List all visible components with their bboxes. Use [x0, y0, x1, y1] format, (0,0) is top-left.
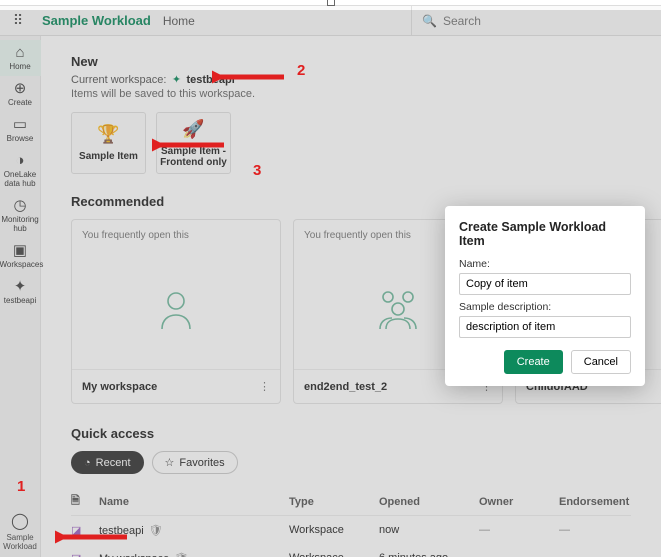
- breadcrumb[interactable]: Home: [157, 14, 201, 28]
- more-icon[interactable]: ⋮: [259, 380, 270, 393]
- rail-browse[interactable]: ▭ Browse: [0, 112, 41, 148]
- table-row[interactable]: ◪ testbeapi🛡 Workspace now — —: [71, 516, 631, 544]
- brand-title[interactable]: Sample Workload: [36, 13, 157, 28]
- annotation-number-2: 2: [297, 62, 305, 79]
- col-endorsement: Endorsement: [559, 496, 649, 508]
- monitoring-icon: ◷: [0, 198, 41, 213]
- search-box[interactable]: 🔍: [411, 6, 661, 35]
- home-icon: ⌂: [0, 45, 41, 60]
- star-icon: ☆: [165, 456, 175, 469]
- onelake-icon: ◑: [0, 153, 41, 168]
- rail-sample-workload[interactable]: ◯ Sample Workload: [0, 505, 41, 557]
- new-hint: Items will be saved to this workspace.: [71, 88, 631, 100]
- rail-onelake[interactable]: ◑ OneLake data hub: [0, 148, 41, 193]
- current-workspace-line: Current workspace: ✦ testbeapi: [71, 73, 631, 86]
- workspace-row-icon: ◪: [71, 552, 99, 557]
- search-icon: 🔍: [422, 14, 437, 28]
- rail-home[interactable]: ⌂ Home: [0, 40, 41, 76]
- modal-title: Create Sample Workload Item: [459, 220, 631, 248]
- rail-testbeapi[interactable]: ✦ testbeapi: [0, 274, 41, 310]
- create-icon: ⊕: [0, 81, 41, 96]
- workspace-badge-icon: ✦: [169, 73, 183, 86]
- people-icon: [372, 251, 424, 369]
- person-icon: [156, 251, 196, 369]
- cancel-button[interactable]: Cancel: [571, 350, 631, 374]
- workspace-icon: ✦: [0, 279, 41, 294]
- rec-card-my-workspace[interactable]: You frequently open this My workspace⋮: [71, 219, 281, 404]
- col-owner: Owner: [479, 496, 559, 508]
- shield-icon: 🛡: [149, 525, 163, 537]
- table-row[interactable]: ◪ My workspace🛡 Workspace 6 minutes ago …: [71, 544, 631, 557]
- header-bar: ⠿ Sample Workload Home 🔍: [0, 6, 661, 36]
- window-notch: [327, 0, 335, 6]
- shield-icon: 🛡: [174, 553, 188, 557]
- modal-name-label: Name:: [459, 258, 631, 270]
- create-item-modal: Create Sample Workload Item Name: Sample…: [445, 206, 645, 386]
- rail-create[interactable]: ⊕ Create: [0, 76, 41, 112]
- qa-table-header: 🗎 Name Type Opened Owner Endorsement: [71, 488, 631, 516]
- clock-icon: ◔: [84, 457, 91, 469]
- col-type: Type: [289, 496, 379, 508]
- card-sample-item[interactable]: 🏆 Sample Item: [71, 112, 146, 174]
- trophy-icon: 🏆: [97, 124, 119, 145]
- col-icon: 🗎: [71, 492, 99, 511]
- sample-workload-icon: ◯: [0, 511, 41, 531]
- new-section-title: New: [71, 54, 631, 69]
- search-input[interactable]: [443, 14, 643, 28]
- annotation-arrow-1: [55, 522, 133, 552]
- modal-name-input[interactable]: [459, 273, 631, 295]
- tab-recent[interactable]: ◔Recent: [71, 451, 144, 474]
- app-launcher-icon[interactable]: ⠿: [0, 12, 36, 29]
- rail-workspaces[interactable]: ▣ Workspaces: [0, 238, 41, 274]
- annotation-arrow-2: [212, 62, 290, 92]
- col-opened: Opened: [379, 496, 479, 508]
- rail-monitoring[interactable]: ◷ Monitoring hub: [0, 193, 41, 238]
- quick-access-title: Quick access: [71, 426, 631, 441]
- col-name: Name: [99, 496, 289, 508]
- browse-icon: ▭: [0, 117, 41, 132]
- create-button[interactable]: Create: [504, 350, 563, 374]
- annotation-arrow-3: [152, 130, 230, 160]
- annotation-number-3: 3: [253, 162, 261, 179]
- modal-desc-input[interactable]: [459, 316, 631, 338]
- workspaces-icon: ▣: [0, 243, 41, 258]
- tab-favorites[interactable]: ☆Favorites: [152, 451, 238, 474]
- modal-desc-label: Sample description:: [459, 301, 631, 313]
- annotation-number-1: 1: [17, 478, 25, 495]
